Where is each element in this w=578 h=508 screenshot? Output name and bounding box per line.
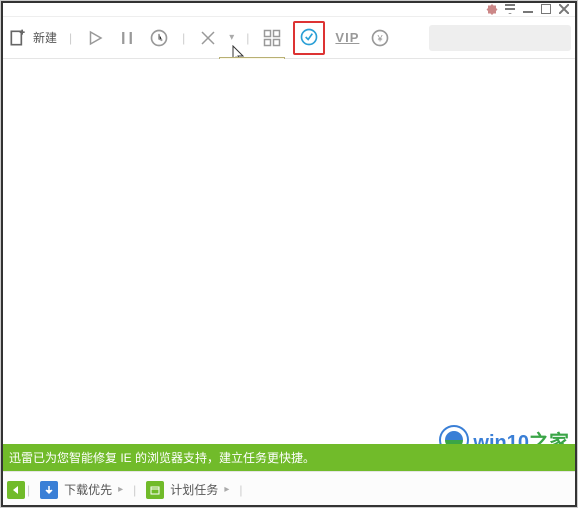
scheduled-tasks-button[interactable]: 计划任务 ▸ bbox=[146, 481, 229, 499]
status-notification: 迅雷已为您智能修复 IE 的浏览器支持，建立任务更快捷。 bbox=[1, 444, 577, 471]
separator: | bbox=[182, 31, 185, 45]
bottom-bar: | 下载优先 ▸ | 计划任务 ▸ | bbox=[1, 471, 577, 507]
scheduled-tasks-icon bbox=[146, 481, 164, 499]
grid-icon[interactable] bbox=[261, 27, 283, 49]
download-priority-button[interactable]: 下载优先 ▸ bbox=[40, 481, 123, 499]
svg-text:¥: ¥ bbox=[377, 33, 384, 43]
main-toolbar: 新建 | | ▾ | VIP ¥ bbox=[1, 17, 577, 59]
new-task-label: 新建 bbox=[33, 29, 57, 46]
separator: | bbox=[239, 483, 242, 497]
currency-icon[interactable]: ¥ bbox=[369, 27, 391, 49]
separator: | bbox=[246, 31, 249, 45]
maximize-icon[interactable] bbox=[537, 2, 555, 16]
minimize-icon[interactable] bbox=[519, 2, 537, 16]
chevron-icon: ▸ bbox=[118, 484, 123, 495]
close-icon[interactable] bbox=[555, 2, 573, 16]
separator: | bbox=[27, 483, 30, 497]
vip-button[interactable]: VIP bbox=[335, 30, 359, 45]
chevron-icon: ▸ bbox=[224, 484, 229, 495]
pause-icon[interactable] bbox=[116, 27, 138, 49]
download-priority-icon bbox=[40, 481, 58, 499]
start-icon[interactable] bbox=[84, 27, 106, 49]
new-task-icon bbox=[7, 27, 29, 49]
download-priority-label: 下载优先 bbox=[64, 481, 112, 498]
search-input[interactable] bbox=[433, 30, 578, 45]
separator: | bbox=[69, 31, 72, 45]
settings-highlighted bbox=[293, 21, 325, 55]
task-list-area bbox=[1, 59, 577, 455]
window-titlebar bbox=[1, 1, 577, 17]
menu-dropdown-icon[interactable] bbox=[501, 2, 519, 16]
delete-dropdown-icon[interactable]: ▾ bbox=[229, 32, 234, 43]
settings-icon[interactable] bbox=[298, 26, 320, 48]
priority-icon[interactable] bbox=[148, 27, 170, 49]
scheduled-tasks-label: 计划任务 bbox=[170, 481, 218, 498]
skin-icon[interactable] bbox=[483, 2, 501, 16]
collapse-button[interactable] bbox=[7, 481, 25, 499]
separator: | bbox=[133, 483, 136, 497]
search-bar[interactable] bbox=[429, 25, 571, 51]
new-task-button[interactable]: 新建 bbox=[7, 27, 57, 49]
delete-icon[interactable] bbox=[197, 27, 219, 49]
